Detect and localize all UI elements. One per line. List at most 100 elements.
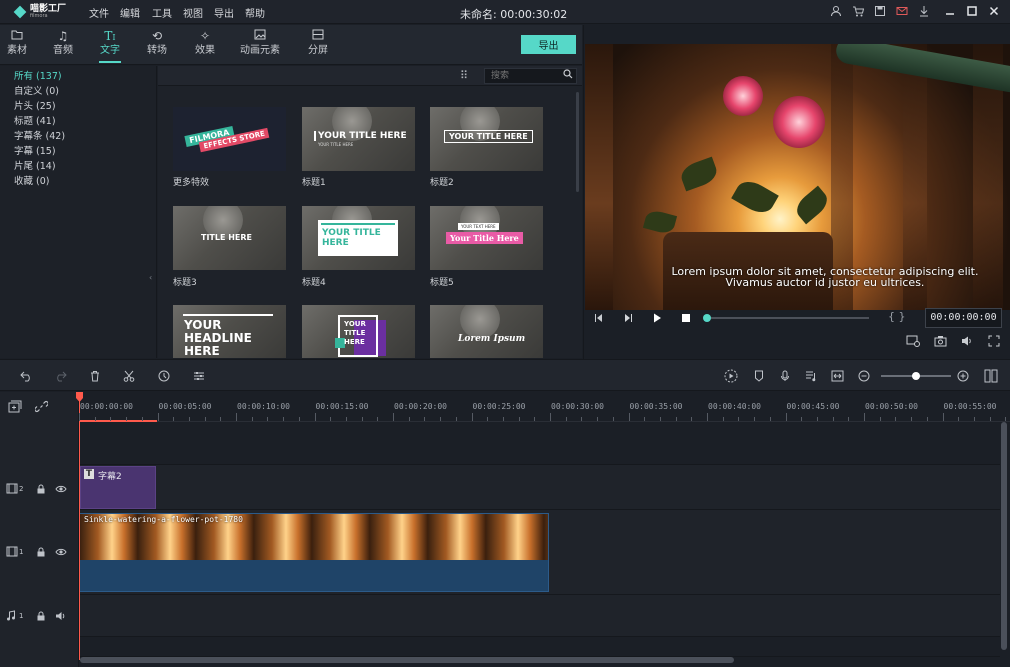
ruler-minor-tick: [1005, 417, 1007, 421]
marker-icon[interactable]: [753, 370, 765, 385]
video-clip[interactable]: [79, 513, 549, 592]
tab-audio[interactable]: ♫ 音频: [50, 25, 76, 65]
save-icon[interactable]: [873, 5, 887, 19]
minimize-icon[interactable]: [943, 5, 957, 19]
stop-icon[interactable]: [680, 312, 692, 327]
mark-in-out-button[interactable]: { }: [888, 310, 906, 323]
user-icon[interactable]: [829, 5, 843, 19]
snapshot-icon[interactable]: [934, 335, 947, 350]
previous-frame-icon[interactable]: [593, 312, 605, 327]
render-preview-icon[interactable]: [906, 335, 920, 350]
playback-progress-knob[interactable]: [703, 314, 711, 322]
video-track-2: [79, 465, 1000, 510]
track-headers: [0, 392, 79, 667]
volume-icon[interactable]: [961, 335, 973, 350]
lock-icon[interactable]: [36, 611, 46, 624]
fullscreen-icon[interactable]: [988, 335, 1000, 350]
zoom-in-icon[interactable]: [957, 370, 969, 385]
lock-icon[interactable]: [36, 484, 46, 497]
speaker-icon[interactable]: [55, 611, 67, 624]
render-icon[interactable]: [724, 369, 738, 386]
timeline-horizontal-scrollbar[interactable]: [80, 657, 734, 663]
menu-edit[interactable]: 编辑: [120, 5, 140, 20]
thumbnail-more-effects[interactable]: FILMORA EFFECTS STORE: [173, 107, 286, 171]
category-credits[interactable]: 片尾 (14): [14, 158, 56, 172]
ruler-minor-tick: [94, 417, 96, 421]
menu-tools[interactable]: 工具: [152, 5, 172, 20]
cut-icon[interactable]: [123, 370, 135, 385]
work-area-marker: [79, 420, 157, 422]
menu-help[interactable]: 帮助: [245, 5, 265, 20]
audio-mixer-icon[interactable]: [805, 370, 817, 385]
close-icon[interactable]: [987, 5, 1001, 19]
eye-icon[interactable]: [55, 484, 67, 497]
thumbnail-title-3[interactable]: TITLE HERE: [173, 206, 286, 270]
maximize-icon[interactable]: [965, 5, 979, 19]
tab-split-screen[interactable]: 分屏: [305, 25, 331, 65]
grid-view-icon[interactable]: ⠿: [460, 69, 468, 82]
ruler-minor-tick: [754, 417, 756, 421]
mail-icon[interactable]: [895, 5, 909, 19]
ruler-minor-tick: [958, 417, 960, 421]
menu-file[interactable]: 文件: [89, 5, 109, 20]
library-scrollbar[interactable]: [576, 92, 579, 192]
tab-label: 效果: [195, 45, 215, 56]
redo-icon[interactable]: [54, 370, 67, 385]
link-icon[interactable]: [34, 400, 49, 416]
ruler-minor-tick: [738, 417, 740, 421]
thumbnail-title-2[interactable]: YOUR TITLE HERE: [430, 107, 543, 171]
voiceover-icon[interactable]: [779, 370, 791, 385]
thumbnail-title-6[interactable]: YOUR HEADLINE HERE: [173, 305, 286, 358]
category-favorites[interactable]: 收藏 (0): [14, 173, 49, 187]
thumbnail-overlay-text: TITLE HERE: [201, 233, 253, 242]
tab-media[interactable]: 素材: [4, 25, 30, 65]
thumbnail-title-8[interactable]: Lorem Ipsum: [430, 305, 543, 358]
tab-elements[interactable]: 动画元素: [238, 25, 282, 65]
thumbnail-title-1[interactable]: YOUR TITLE HERE YOUR TITLE HERE: [302, 107, 415, 171]
thumbnail-overlay-text: YOUR TITLE HERE: [444, 130, 533, 143]
video-track-icon: [6, 546, 18, 560]
ruler-minor-tick: [424, 417, 426, 421]
cart-icon[interactable]: [851, 5, 865, 19]
download-icon[interactable]: [917, 5, 931, 19]
playback-progress-track[interactable]: [706, 317, 869, 319]
search-icon[interactable]: [563, 69, 573, 82]
tab-text[interactable]: TI 文字: [97, 25, 123, 65]
speed-icon[interactable]: [158, 370, 170, 385]
category-all[interactable]: 所有 (137): [14, 68, 62, 82]
thumbnail-title-5[interactable]: YOUR TEXT HERE Your Title Here: [430, 206, 543, 270]
menu-view[interactable]: 视图: [183, 5, 203, 20]
eye-icon[interactable]: [55, 547, 67, 560]
category-lower-thirds[interactable]: 字幕条 (42): [14, 128, 65, 142]
category-subtitles[interactable]: 字幕 (15): [14, 143, 56, 157]
category-opener[interactable]: 片头 (25): [14, 98, 56, 112]
thumbnail-title-4[interactable]: YOUR TITLE HERE: [302, 206, 415, 270]
lock-icon[interactable]: [36, 547, 46, 560]
play-icon[interactable]: [651, 312, 663, 327]
export-button[interactable]: 导出: [521, 35, 576, 54]
ruler-label: 00:00:50:00: [865, 402, 918, 411]
category-titles[interactable]: 标题 (41): [14, 113, 56, 127]
adjust-icon[interactable]: [193, 370, 205, 385]
fit-timeline-icon[interactable]: [831, 370, 844, 385]
thumbnail-title-7[interactable]: YOUR TITLE HERE: [302, 305, 415, 358]
track-number: 1: [19, 612, 24, 620]
next-frame-icon[interactable]: [622, 312, 634, 327]
ruler-label: 00:00:15:00: [315, 402, 369, 411]
delete-icon[interactable]: [89, 370, 101, 385]
zoom-out-icon[interactable]: [858, 370, 870, 385]
layout-toggle-icon[interactable]: [984, 369, 998, 386]
ruler-minor-tick: [801, 417, 803, 421]
undo-icon[interactable]: [20, 370, 33, 385]
tab-transitions[interactable]: ⟲ 转场: [144, 25, 170, 65]
zoom-slider-knob[interactable]: [912, 372, 920, 380]
audio-track-icon: [6, 610, 16, 624]
category-custom[interactable]: 自定义 (0): [14, 83, 59, 97]
text-clip-icon: T: [84, 469, 94, 479]
tab-effects[interactable]: ✧ 效果: [192, 25, 218, 65]
timeline-vertical-scrollbar[interactable]: [1001, 422, 1007, 650]
playhead[interactable]: [79, 392, 80, 660]
collapse-panel-icon[interactable]: ‹: [149, 273, 152, 282]
menu-export[interactable]: 导出: [214, 5, 234, 20]
add-track-icon[interactable]: [8, 400, 22, 416]
